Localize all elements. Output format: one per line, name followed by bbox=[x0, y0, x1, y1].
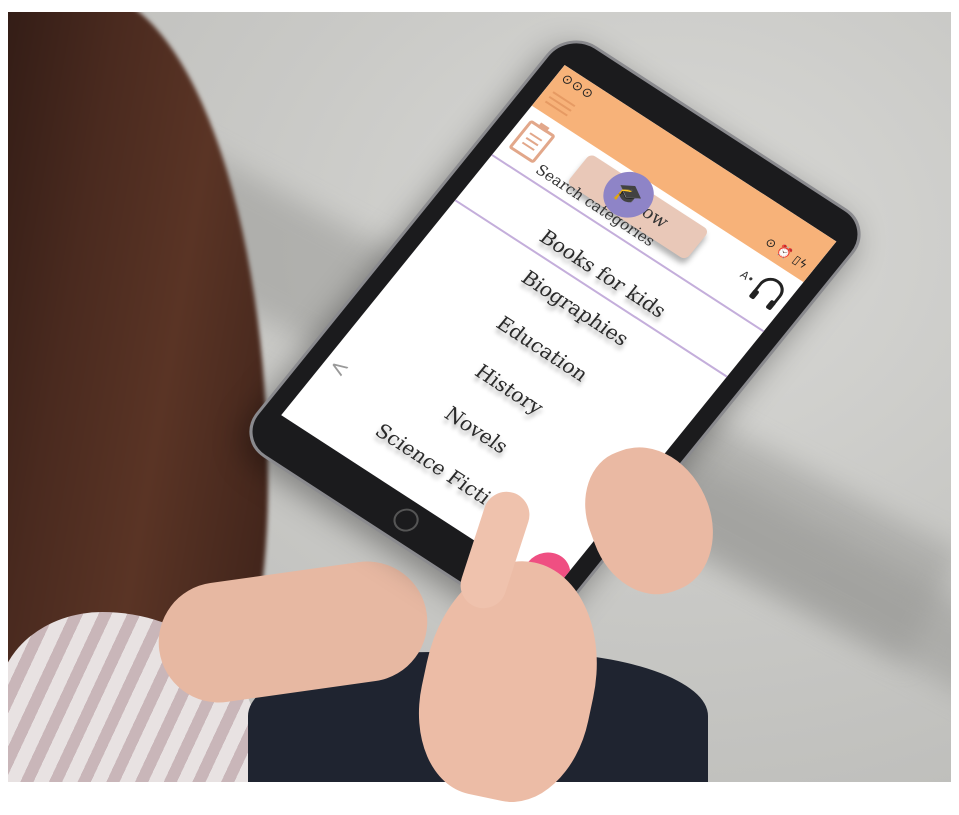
app-screen: ⊙⊙⊙ ⊙ ⏰ ▯ϟ borrow A• 🎓 Search categories… bbox=[281, 65, 837, 592]
headphones-icon[interactable] bbox=[752, 272, 790, 306]
home-button[interactable] bbox=[388, 504, 424, 536]
clipboard-icon[interactable] bbox=[508, 119, 557, 164]
text-size-button[interactable]: A• bbox=[737, 268, 757, 286]
tablet-device: ⊙⊙⊙ ⊙ ⏰ ▯ϟ borrow A• 🎓 Search categories… bbox=[235, 27, 875, 639]
